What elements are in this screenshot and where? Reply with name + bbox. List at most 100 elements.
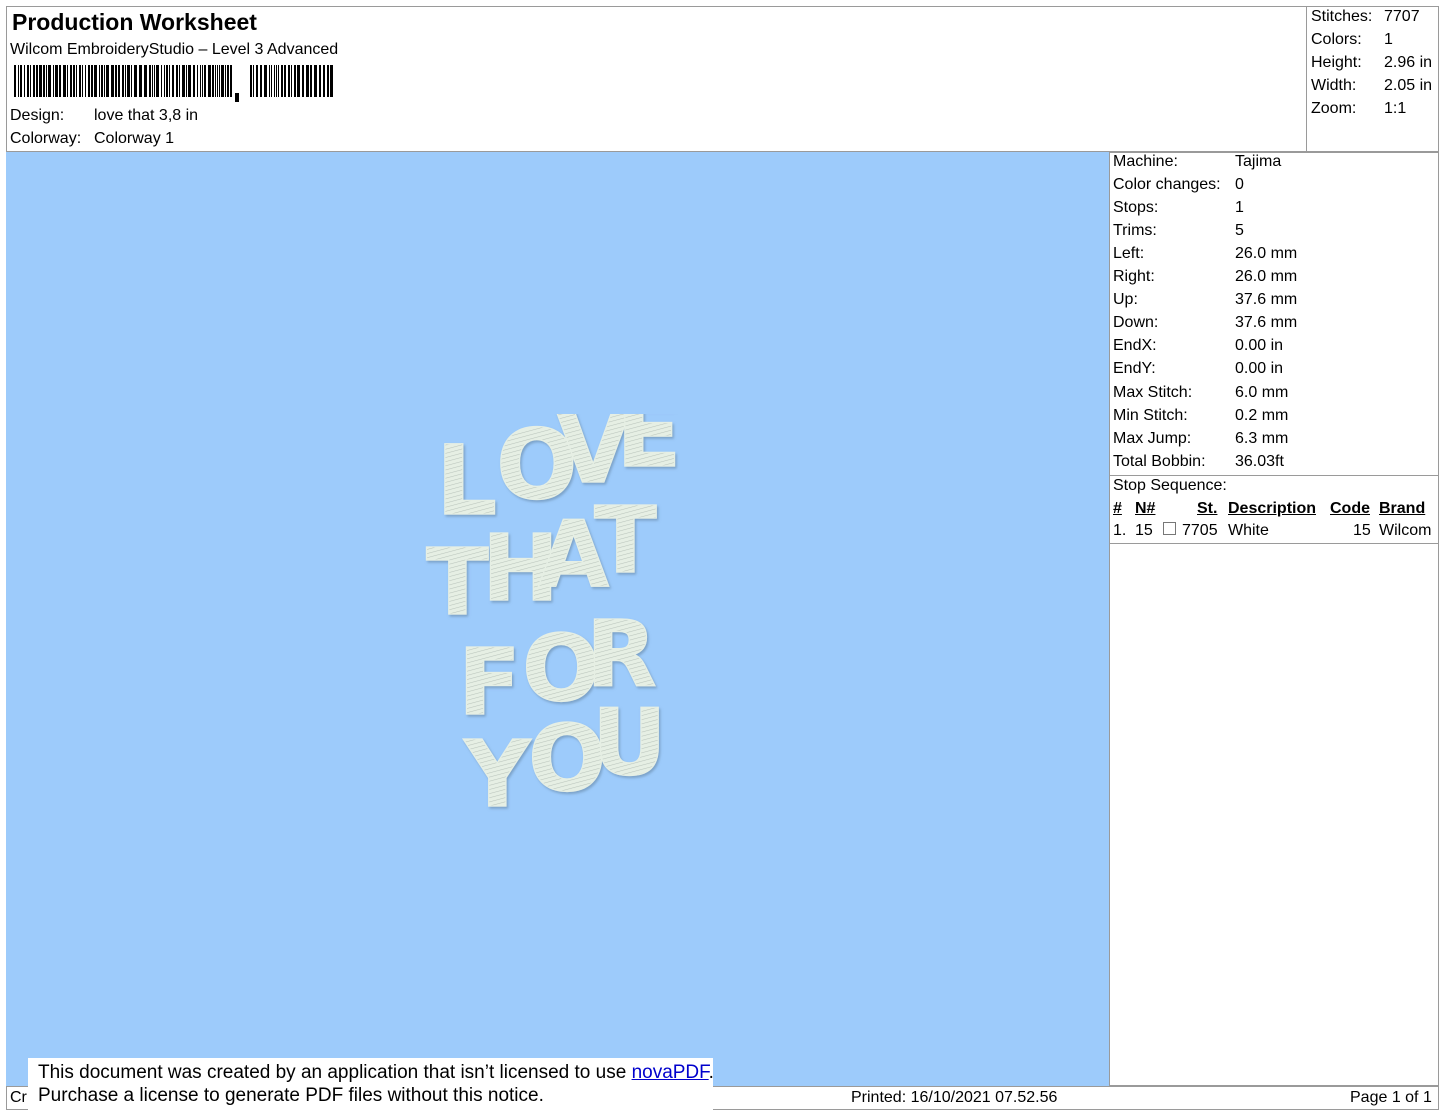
novapdf-link[interactable]: novaPDF [632,1062,709,1083]
right-value: 26.0 mm [1235,268,1298,285]
zoom-value: 1:1 [1384,100,1407,117]
page-number: Page 1 of 1 [1350,1089,1432,1106]
barcode [14,65,333,102]
barcode-bar [99,65,100,97]
colors-label: Colors: [1311,31,1362,48]
col-header-brand: Brand [1379,500,1426,517]
col-header-description: Description [1228,500,1317,517]
width-label: Width: [1311,77,1357,94]
notice-prefix: This document was created by an applicat… [38,1062,632,1083]
barcode-bar [48,65,51,97]
barcode-bar [144,65,147,97]
barcode-bar [323,65,325,97]
stop-sequence-title: Stop Sequence: [1113,477,1227,494]
barcode-bar [202,65,203,97]
design-name: love that 3,8 in [94,107,199,124]
stops-label: Stops: [1113,199,1159,216]
table-divider [1109,543,1439,544]
barcode-bar [118,65,120,97]
barcode-bar [219,65,220,97]
embroidery-letter: T [426,529,489,636]
max-jump-label: Max Jump: [1113,430,1192,447]
barcode-bar [327,65,329,97]
barcode-bar [33,65,35,97]
barcode-bar [188,65,191,97]
left-label: Left: [1113,245,1145,262]
max-jump-value: 6.3 mm [1235,430,1289,447]
barcode-bar [67,65,68,97]
barcode-bar [225,65,226,97]
barcode-bar [260,65,262,97]
color-changes-value: 0 [1235,176,1244,193]
design-preview-canvas: LOVETHATFORYOU [6,152,1110,1086]
zoom-label: Zoom: [1311,100,1357,117]
barcode-bar [20,65,22,97]
barcode-bar [154,65,155,97]
barcode-bar [176,65,178,97]
barcode-bar [274,65,275,97]
barcode-bar [197,65,198,97]
barcode-bar [91,65,93,97]
barcode-bar [297,65,300,97]
embroidery-design-image: LOVETHATF ORYOU [425,414,682,829]
barcode-bar [94,65,97,97]
up-value: 37.6 mm [1235,291,1298,308]
embroidery-letter: U [592,689,667,796]
barcode-bar [115,65,117,97]
barcode-bar [310,65,312,97]
trims-label: Trims: [1113,222,1157,239]
barcode-bar [179,65,180,97]
min-stitch-value: 0.2 mm [1235,407,1289,424]
barcode-bar [288,65,290,97]
barcode-bar [82,65,83,97]
barcode-bar [306,65,309,97]
barcode-bar [204,65,206,97]
barcode-bar [73,65,75,97]
barcode-bar [182,65,185,97]
stop-sequence-divider [1109,475,1439,476]
footer-left-text: Cr [10,1089,27,1106]
down-label: Down: [1113,314,1159,331]
embroidery-lettering: LOVETHATF ORYOU [425,414,682,829]
barcode-bar [53,65,54,97]
barcode-bar [39,65,42,97]
endx-label: EndX: [1113,337,1157,354]
barcode-bar [278,65,279,97]
barcode-bar [36,65,38,97]
barcode-bar [172,65,174,97]
barcode-bar [193,65,195,97]
barcode-bar [161,65,162,97]
barcode-bar [149,65,151,97]
barcode-bar [76,65,77,97]
barcode-bar [79,65,81,97]
barcode-bar [85,65,86,97]
colorway-name: Colorway 1 [94,130,175,147]
barcode-bar [55,65,58,97]
barcode-bar [291,65,292,97]
col-header-needle: N# [1135,500,1156,517]
barcode-bar [43,65,45,97]
barcode-bar [164,65,165,97]
embroidery-letter: E [616,414,682,489]
page-title: Production Worksheet [12,9,257,35]
barcode-bar [88,65,90,97]
barcode-bar [250,65,252,97]
embroidery-letter: Y [463,721,532,828]
height-label: Height: [1311,54,1362,71]
barcode-bar [111,65,114,97]
barcode-bar [294,65,296,97]
thread-color-swatch [1163,522,1176,535]
up-label: Up: [1113,291,1138,308]
barcode-bar [152,65,153,97]
barcode-bar [139,65,142,97]
embroidery-letter: F [458,629,521,736]
barcode-bar [134,65,137,97]
barcode-bar [269,65,270,97]
machine-label: Machine: [1113,153,1178,170]
barcode-bar [125,65,126,97]
down-value: 37.6 mm [1235,314,1298,331]
max-stitch-value: 6.0 mm [1235,384,1289,401]
max-stitch-label: Max Stitch: [1113,384,1193,401]
license-notice: This document was created by an applicat… [28,1058,714,1113]
barcode-bar [156,65,159,97]
